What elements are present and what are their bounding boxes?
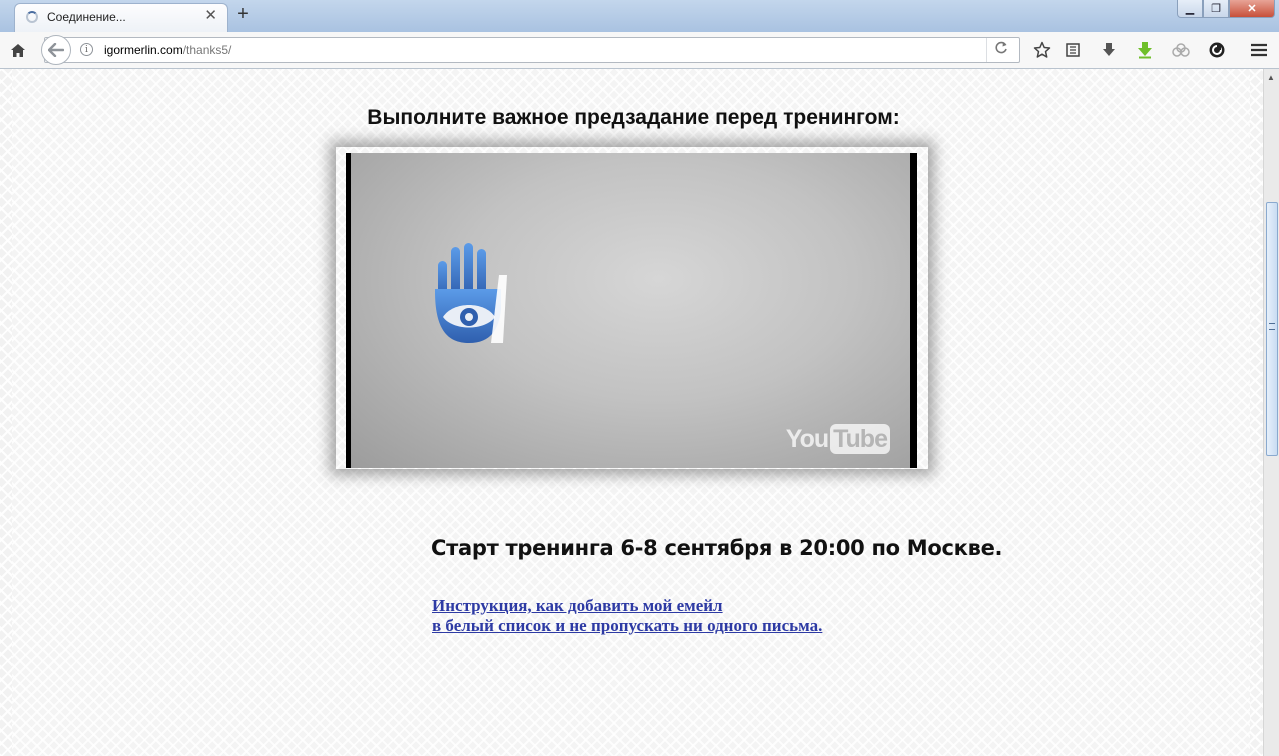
url-path: /thanks5/ bbox=[182, 43, 232, 57]
extension-icon[interactable] bbox=[1206, 39, 1228, 61]
download-helper-icon[interactable] bbox=[1134, 39, 1156, 61]
navigation-toolbar: i igormerlin.com/thanks5/ bbox=[0, 32, 1279, 69]
scrollbar-grip-icon bbox=[1269, 323, 1275, 330]
back-button[interactable] bbox=[41, 35, 71, 65]
menu-hamburger-icon[interactable] bbox=[1248, 39, 1270, 61]
instruction-link-line-1[interactable]: Инструкция, как добавить мой емейл bbox=[432, 596, 822, 616]
whitelist-instruction-link[interactable]: Инструкция, как добавить мой емейл в бел… bbox=[432, 596, 822, 636]
page-viewport: Выполните важное предзадание перед трени… bbox=[0, 69, 1263, 756]
scrollbar-thumb[interactable] bbox=[1266, 202, 1278, 456]
youtube-watermark-tube: Tube bbox=[830, 424, 890, 454]
video-thumbnail[interactable]: You Tube bbox=[351, 153, 910, 468]
window-controls: ▁ ❐ ✕ bbox=[1177, 0, 1275, 20]
youtube-watermark-icon[interactable]: You Tube bbox=[786, 424, 890, 454]
youtube-video-player[interactable]: You Tube bbox=[346, 153, 917, 468]
sync-cloud-icon[interactable] bbox=[1170, 39, 1192, 61]
page-heading: Выполните важное предзадание перед трени… bbox=[367, 106, 900, 129]
download-icon[interactable] bbox=[1098, 39, 1120, 61]
new-tab-button[interactable]: + bbox=[234, 4, 252, 24]
url-text[interactable]: igormerlin.com/thanks5/ bbox=[104, 43, 231, 57]
scroll-up-arrow-icon[interactable]: ▲ bbox=[1267, 73, 1275, 82]
training-start-text: Старт тренинга 6-8 сентября в 20:00 по М… bbox=[431, 536, 1003, 560]
browser-tab[interactable]: Соединение... ✕ bbox=[14, 3, 228, 32]
close-window-button[interactable]: ✕ bbox=[1229, 0, 1275, 18]
minimize-button[interactable]: ▁ bbox=[1177, 0, 1203, 18]
instruction-link-line-2[interactable]: в белый список и не пропускать ни одного… bbox=[432, 616, 822, 636]
loading-spinner-icon bbox=[26, 11, 38, 23]
restore-button[interactable]: ❐ bbox=[1203, 0, 1229, 18]
hand-eye-logo-icon bbox=[435, 243, 507, 343]
tab-title: Соединение... bbox=[47, 10, 126, 24]
reading-list-icon[interactable] bbox=[1062, 39, 1084, 61]
tab-close-icon[interactable]: ✕ bbox=[204, 8, 217, 24]
bookmark-star-icon[interactable] bbox=[1031, 39, 1053, 61]
vertical-scrollbar[interactable]: ▲ bbox=[1263, 69, 1279, 756]
url-host: igormerlin.com bbox=[104, 43, 183, 57]
home-icon[interactable] bbox=[7, 39, 29, 61]
tab-strip: Соединение... ✕ + ▁ ❐ ✕ bbox=[0, 0, 1279, 33]
youtube-watermark-you: You bbox=[785, 424, 829, 453]
site-info-icon[interactable]: i bbox=[80, 43, 93, 56]
url-separator bbox=[986, 38, 987, 62]
reload-icon[interactable] bbox=[994, 41, 1008, 58]
back-arrow-icon bbox=[48, 43, 64, 57]
